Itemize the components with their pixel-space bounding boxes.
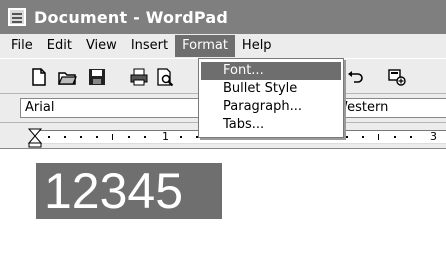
menu-file[interactable]: File — [4, 35, 40, 57]
ruler-dot — [48, 136, 50, 138]
ruler-dot — [180, 136, 182, 138]
print-icon[interactable] — [128, 66, 150, 88]
menu-item-tabs[interactable]: Tabs... — [201, 116, 341, 134]
ruler-dot — [96, 136, 98, 138]
ruler-dot — [410, 136, 412, 138]
title-bar: Document - WordPad — [0, 0, 446, 34]
ruler-dot — [346, 136, 348, 138]
new-icon[interactable] — [28, 66, 50, 88]
font-name-select[interactable]: Arial — [20, 98, 210, 118]
menu-bar: File Edit View Insert Format Help — [0, 34, 446, 58]
menu-item-font[interactable]: Font... — [201, 62, 341, 80]
print-preview-icon[interactable] — [154, 66, 176, 88]
ruler-dot — [362, 136, 364, 138]
menu-help[interactable]: Help — [235, 35, 279, 57]
ruler-dot — [128, 136, 130, 138]
indent-marker-icon[interactable] — [28, 128, 42, 148]
ruler-number-1: 1 — [162, 130, 169, 143]
document-icon — [8, 8, 26, 26]
undo-icon[interactable] — [344, 66, 366, 88]
ruler-dot — [80, 136, 82, 138]
script-select[interactable]: Western — [330, 98, 446, 118]
ruler-tick — [112, 134, 113, 140]
save-icon[interactable] — [86, 66, 108, 88]
ruler-dot — [394, 136, 396, 138]
menu-item-bullet-style[interactable]: Bullet Style — [201, 80, 341, 98]
menu-edit[interactable]: Edit — [40, 35, 79, 57]
ruler-number-3: 3 — [430, 130, 437, 143]
ruler-dot — [64, 136, 66, 138]
open-icon[interactable] — [56, 66, 78, 88]
window-title: Document - WordPad — [34, 7, 229, 27]
selected-text[interactable]: 12345 — [36, 163, 222, 219]
insert-object-icon[interactable] — [386, 66, 408, 88]
ruler-tick — [378, 134, 379, 140]
menu-item-paragraph[interactable]: Paragraph... — [201, 98, 341, 116]
menu-format[interactable]: Format — [175, 35, 235, 57]
ruler-dot — [144, 136, 146, 138]
menu-insert[interactable]: Insert — [124, 35, 175, 57]
document-area[interactable]: 12345 — [0, 148, 446, 280]
menu-view[interactable]: View — [79, 35, 124, 57]
format-menu-dropdown: Font... Bullet Style Paragraph... Tabs..… — [198, 58, 344, 138]
